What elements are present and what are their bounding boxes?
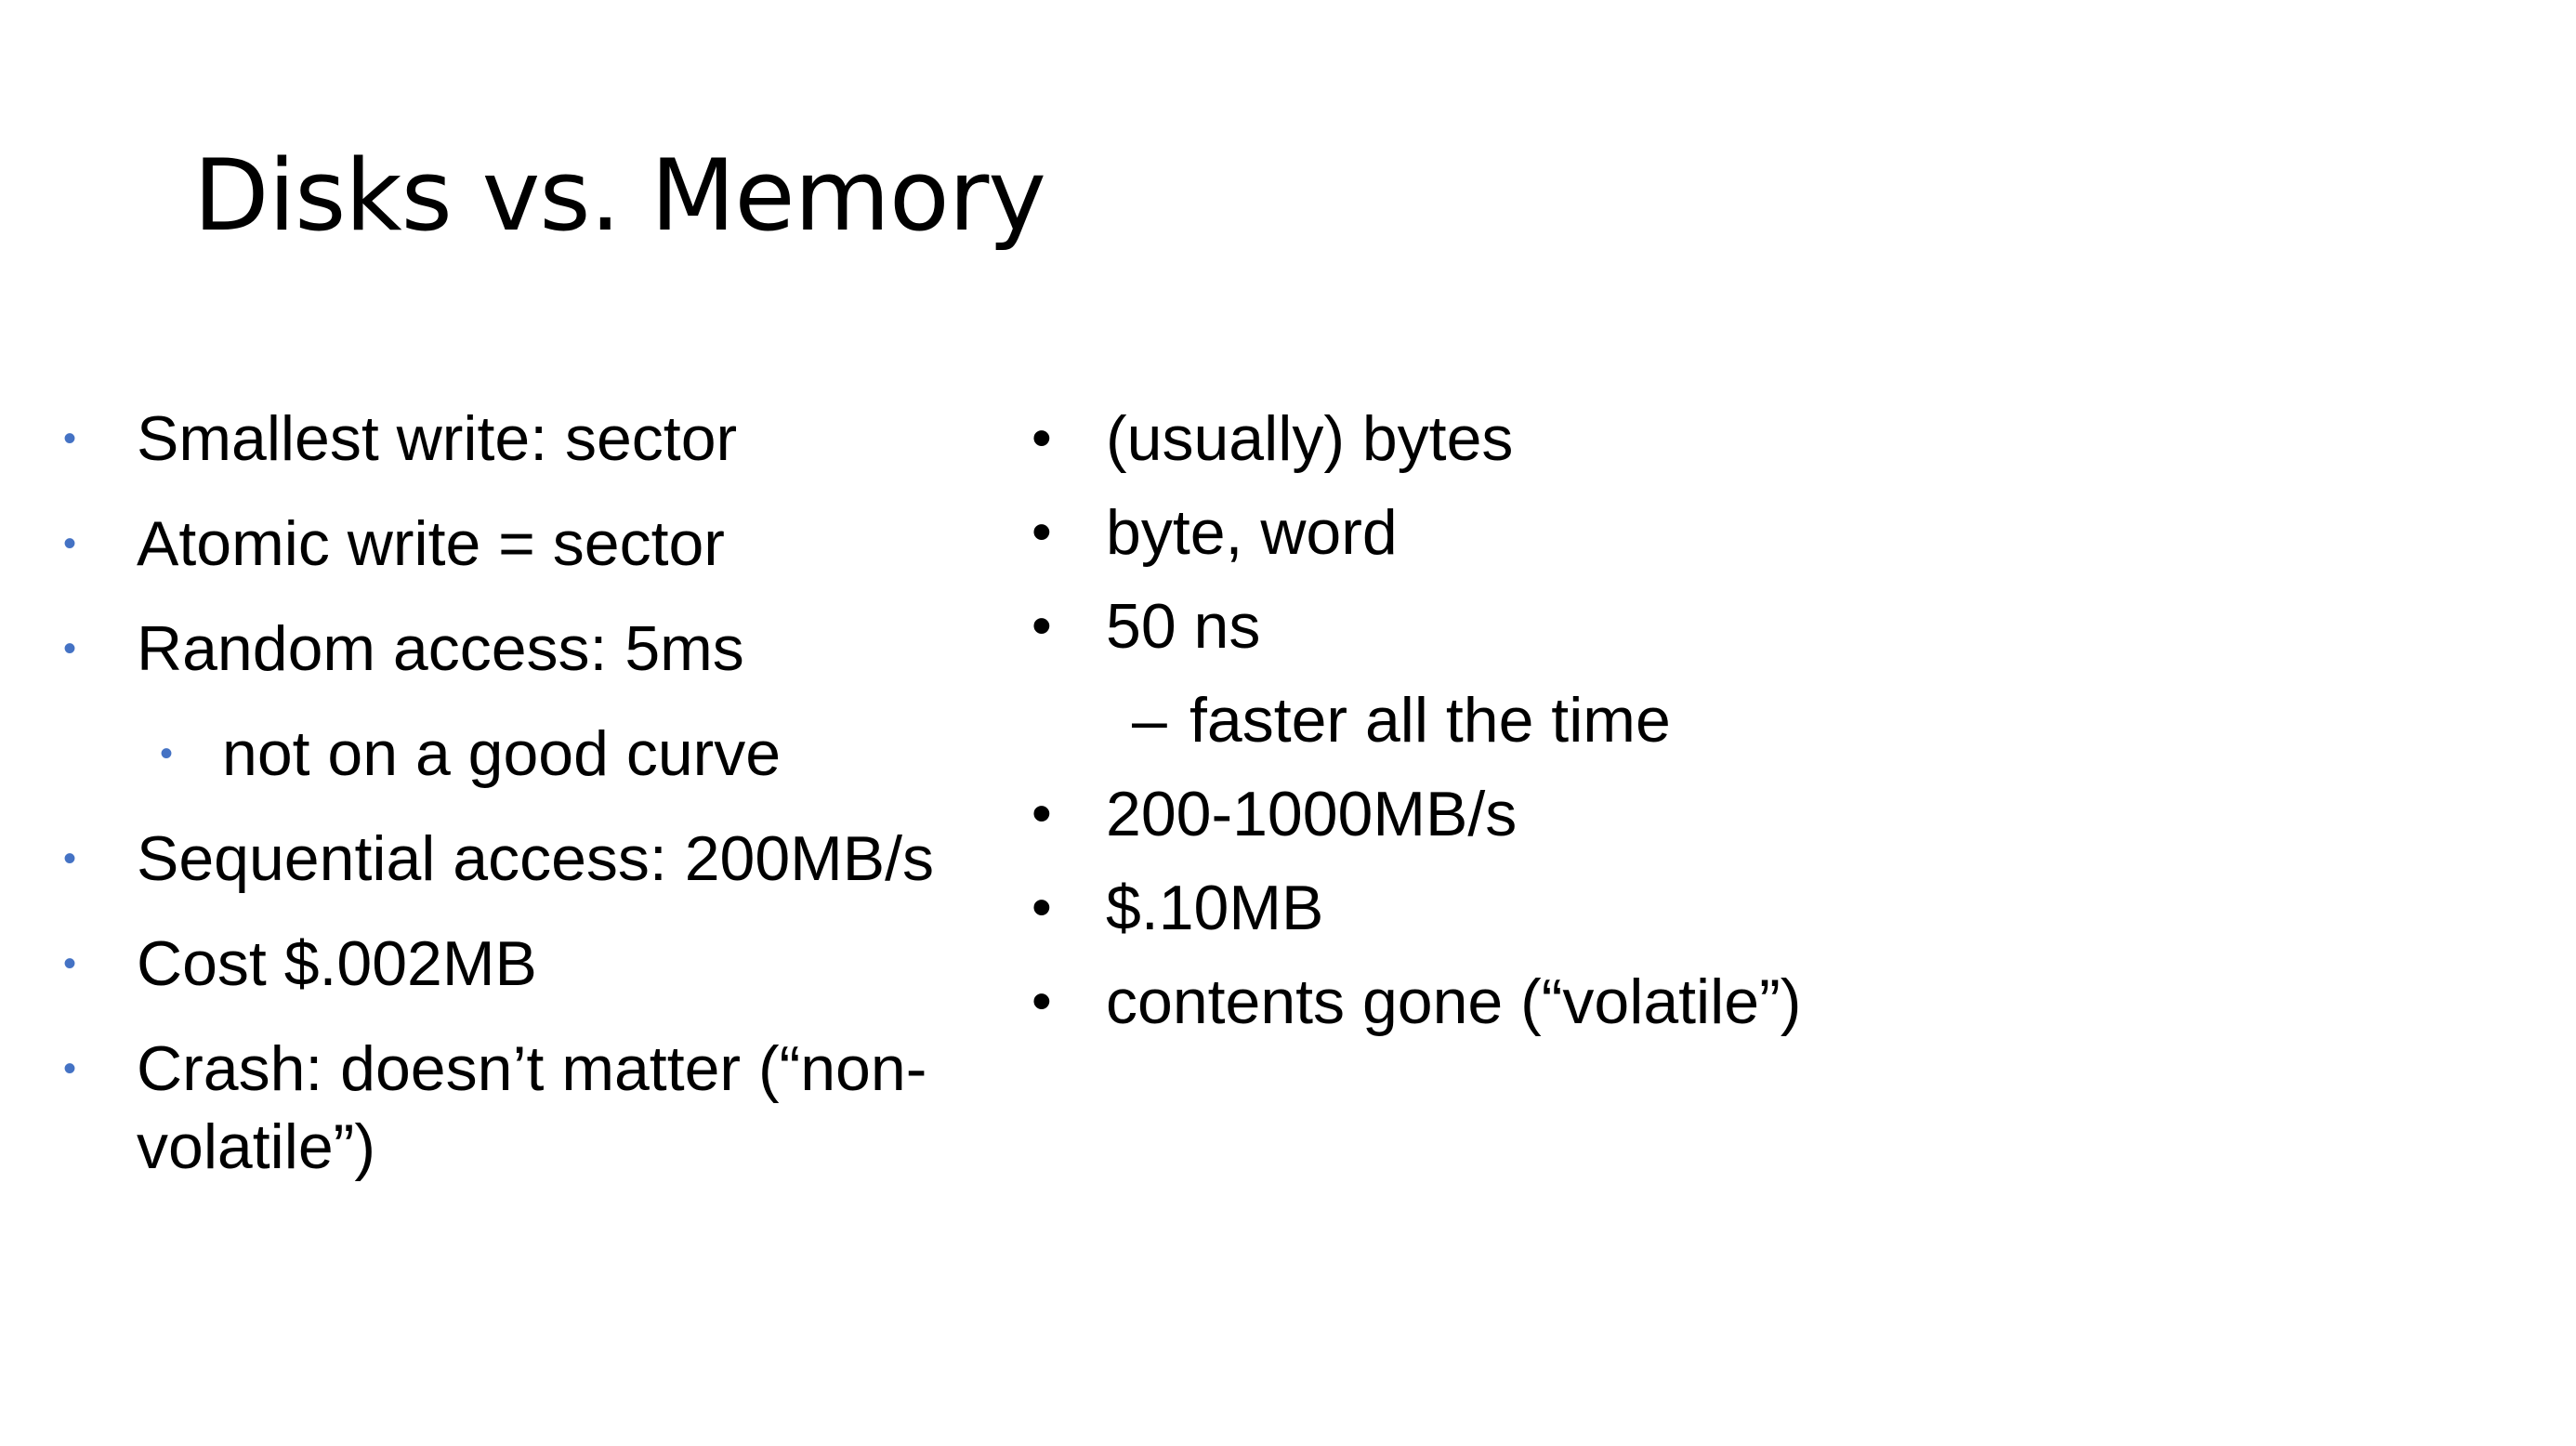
bullet-icon: • [1032, 500, 1052, 564]
list-item-text: $.10MB [1106, 873, 1324, 943]
list-item: • 200-1000MB/s [1004, 775, 2398, 853]
list-item: • 50 ns [1004, 587, 2398, 665]
bullet-icon: • [1032, 782, 1052, 846]
list-item: • $.10MB [1004, 869, 2398, 947]
list-item: • Crash: doesn’t matter (“non-volatile”) [0, 1030, 973, 1186]
list-item: • Cost $.002MB [0, 925, 1004, 1003]
bullet-icon: • [63, 1048, 77, 1089]
bullet-icon: • [63, 418, 77, 459]
disks-bullet-list: • Smallest write: sector • Atomic write … [0, 400, 1004, 1213]
slide-title: Disks vs. Memory [193, 138, 1046, 253]
list-item: • Random access: 5ms [0, 610, 1004, 688]
list-item-text: 50 ns [1106, 591, 1261, 662]
bullet-icon: • [63, 838, 77, 879]
memory-bullet-list: • (usually) bytes • byte, word • 50 ns –… [1004, 400, 2398, 1057]
list-item: • (usually) bytes [1004, 400, 2398, 478]
list-item: • byte, word [1004, 493, 2398, 572]
list-item-text: Crash: doesn’t matter (“non-volatile”) [137, 1033, 927, 1182]
list-item-text: Smallest write: sector [137, 403, 738, 474]
sub-list-item: – faster all the time [1004, 681, 2398, 759]
list-item-text: byte, word [1106, 497, 1398, 568]
bullet-icon: • [1032, 594, 1052, 658]
bullet-icon: • [1032, 969, 1052, 1033]
list-item-text: 200-1000MB/s [1106, 779, 1518, 849]
list-item-text: Sequential access: 200MB/s [137, 823, 935, 894]
slide: Disks vs. Memory • Smallest write: secto… [0, 0, 2576, 1446]
list-item-text: not on a good curve [222, 718, 782, 789]
bullet-icon: • [63, 628, 77, 669]
list-item: • contents gone (“volatile”) [1004, 963, 2398, 1041]
list-item-text: (usually) bytes [1106, 403, 1514, 474]
bullet-icon: • [1032, 875, 1052, 940]
dash-icon: – [1132, 685, 1167, 756]
bullet-icon: • [63, 523, 77, 564]
bullet-icon: • [1032, 406, 1052, 470]
list-item-text: Atomic write = sector [137, 508, 725, 579]
list-item-text: contents gone (“volatile”) [1106, 966, 1802, 1037]
list-item-text: Cost $.002MB [137, 928, 537, 999]
bullet-icon: • [63, 943, 77, 984]
sub-list-item: • not on a good curve [0, 715, 1004, 793]
bullet-icon: • [160, 733, 174, 774]
list-item: • Sequential access: 200MB/s [0, 820, 1004, 898]
list-item: • Atomic write = sector [0, 505, 1004, 583]
list-item: • Smallest write: sector [0, 400, 1004, 478]
list-item-text: Random access: 5ms [137, 613, 744, 684]
list-item-text: faster all the time [1189, 685, 1671, 756]
